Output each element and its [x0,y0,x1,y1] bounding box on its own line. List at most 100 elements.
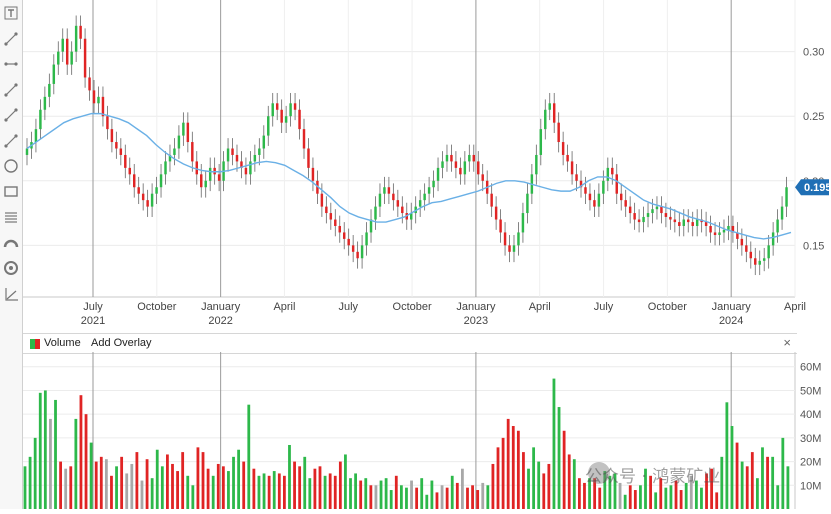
candle-body [758,260,761,265]
volume-bar [633,490,637,509]
price-tick-label: 0.15 [803,240,824,252]
candle-body [267,116,270,136]
candle-body [606,167,610,181]
candle-body [566,154,569,162]
volume-tick-label: 20M [800,457,821,469]
volume-bar [486,485,490,509]
candle-body [226,148,230,162]
volume-bar [160,466,164,509]
candle-body [740,238,744,246]
candle-body [329,213,333,220]
volume-bar [628,485,632,509]
candle-body [262,135,266,149]
volume-bar [293,461,296,509]
candle-body [52,64,56,84]
candle-body [454,161,458,168]
volume-bar [552,378,556,509]
time-tick-label: April [273,301,295,313]
candle-body [325,206,328,214]
volume-tick-label: 50M [800,385,821,397]
candle-body [450,154,453,162]
volume-bar [328,473,332,509]
candle-body [88,77,91,91]
candle-body [369,219,373,233]
candle-body [597,193,601,207]
volume-bar [94,461,98,509]
close-volume-panel-button[interactable]: × [783,335,791,350]
year-tick-label: 2024 [719,315,743,327]
candle-body [124,154,127,168]
arrow-line-icon[interactable] [2,132,20,150]
candle-body [785,187,788,207]
candle-body [561,142,565,155]
measure-icon[interactable] [2,285,20,303]
price-tick-label: 0.25 [803,111,824,123]
volume-bar [33,437,37,509]
volume-bar [720,456,724,509]
candle-body [548,103,551,110]
target-icon[interactable] [2,259,20,277]
candle-body [642,216,645,223]
volume-bar [308,478,312,509]
candle-body [195,161,199,175]
candle-body [141,193,145,201]
volume-bar [430,480,434,509]
ray-icon[interactable] [2,55,20,73]
volume-bar [211,475,215,509]
rectangle-icon[interactable] [2,183,20,201]
candle-body [727,225,730,230]
volume-bar [537,461,541,509]
candle-body [320,193,324,207]
candle-body [200,174,203,188]
price-chart: 0.300.250.200.15July2021OctoberJanuary20… [23,0,831,330]
candle-body [521,213,525,233]
time-tick-label: January [201,301,241,313]
fib-retracement-icon[interactable] [2,208,20,226]
candle-body [432,180,435,188]
volume-bar [104,459,108,509]
volume-bar [110,475,113,509]
volume-bar [771,456,775,509]
volume-bar [547,463,551,509]
candle-body [186,122,190,143]
add-overlay-button[interactable]: Add Overlay [91,337,152,349]
volume-bar [394,475,398,509]
volume-bar [623,494,627,509]
candle-body [43,96,47,110]
volume-bar [359,480,363,509]
candle-body [673,219,677,223]
year-tick-label: 2023 [464,315,488,327]
candle-body [106,116,109,130]
candle-body [508,245,511,252]
extended-line-icon[interactable] [2,106,20,124]
arc-icon[interactable] [2,234,20,252]
candle-body [427,187,431,194]
candle-body [159,174,163,188]
candle-body [628,206,632,214]
volume-bar [577,478,581,509]
text-tool-icon[interactable] [2,4,20,22]
trendline-icon[interactable] [2,30,20,48]
candle-body [423,193,426,201]
volume-bar [415,487,419,509]
candle-body [552,103,556,123]
volume-bar [557,407,561,509]
candle-body [34,129,38,143]
candle-body [646,213,650,217]
candle-body [535,154,538,175]
candle-body [164,161,167,175]
candle-body [655,206,659,210]
volume-bar [216,463,220,509]
candle-body [526,193,529,214]
candle-body [637,219,641,223]
volume-bar [125,473,129,509]
candle-body [182,122,185,136]
volume-bar [532,447,536,509]
circle-icon[interactable] [2,157,20,175]
volume-bar [481,482,485,509]
volume-bar [313,468,317,509]
line-icon[interactable] [2,81,20,99]
candle-body [347,238,350,246]
candle-body [208,167,212,181]
candle-body [762,258,766,261]
